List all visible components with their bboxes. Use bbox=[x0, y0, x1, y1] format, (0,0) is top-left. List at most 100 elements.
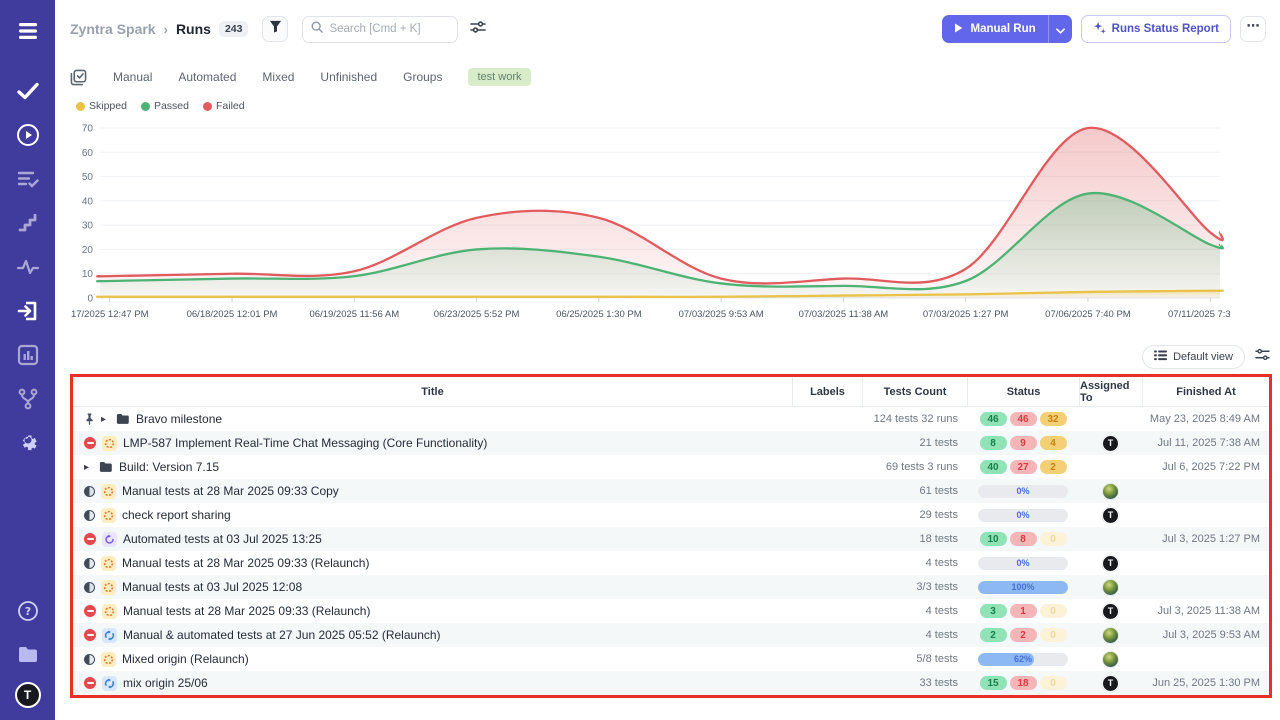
labels-cell bbox=[792, 503, 862, 527]
tab-mixed[interactable]: Mixed bbox=[262, 70, 294, 84]
sidebar-item-milestones[interactable] bbox=[11, 206, 45, 240]
assignee-avatar[interactable]: T bbox=[1102, 435, 1119, 452]
legend-item-skipped[interactable]: Skipped bbox=[76, 100, 127, 112]
tests-count-cell: 4 tests bbox=[862, 623, 967, 647]
sidebar-item-analytics[interactable] bbox=[11, 338, 45, 372]
manual-run-dropdown-button[interactable] bbox=[1048, 15, 1072, 43]
table-row[interactable]: check report sharing29 tests0%T bbox=[73, 503, 1269, 527]
table-row[interactable]: Manual & automated tests at 27 Jun 2025 … bbox=[73, 623, 1269, 647]
assignee-avatar[interactable]: T bbox=[1102, 555, 1119, 572]
more-actions-button[interactable]: ⋯ bbox=[1240, 16, 1266, 42]
tab-unfinished[interactable]: Unfinished bbox=[320, 70, 377, 84]
passed-count-badge: 3 bbox=[980, 604, 1007, 618]
manual-run-button[interactable]: Manual Run bbox=[942, 15, 1047, 43]
funnel-icon bbox=[269, 20, 282, 38]
finished-at-cell bbox=[1142, 575, 1269, 599]
sidebar-avatar[interactable]: T bbox=[15, 682, 41, 708]
tab-automated[interactable]: Automated bbox=[178, 70, 236, 84]
labels-cell bbox=[792, 431, 862, 455]
mixed-run-icon bbox=[102, 628, 117, 643]
sidebar-item-test-plans[interactable] bbox=[11, 162, 45, 196]
search-input[interactable] bbox=[329, 23, 439, 35]
legend-item-passed[interactable]: Passed bbox=[141, 100, 189, 112]
runs-status-report-button[interactable]: Runs Status Report bbox=[1081, 15, 1231, 43]
assigned-cell: T bbox=[1079, 551, 1142, 575]
sidebar-item-test-cases[interactable] bbox=[11, 74, 45, 108]
failed-count-badge: 27 bbox=[1010, 460, 1037, 474]
stopped-status-icon bbox=[84, 605, 96, 617]
active-filter-tag[interactable]: test work bbox=[468, 68, 530, 86]
table-row[interactable]: Automated tests at 03 Jul 2025 13:2518 t… bbox=[73, 527, 1269, 551]
x-axis-tick-label: 07/03/2025 11:38 AM bbox=[799, 309, 889, 320]
sidebar-item-projects[interactable] bbox=[11, 638, 45, 672]
table-row[interactable]: ▸Bravo milestone124 tests 32 runs464632M… bbox=[73, 407, 1269, 431]
column-header-status[interactable]: Status bbox=[967, 377, 1079, 406]
progress-bar: 62% bbox=[978, 653, 1068, 666]
finished-at-cell bbox=[1142, 503, 1269, 527]
progress-label: 0% bbox=[978, 485, 1068, 498]
assigned-cell bbox=[1079, 455, 1142, 479]
filter-button[interactable] bbox=[262, 16, 288, 42]
run-title: LMP-587 Implement Real-Time Chat Messagi… bbox=[123, 436, 487, 450]
failed-count-badge: 2 bbox=[1010, 628, 1037, 642]
table-row[interactable]: Manual tests at 03 Jul 2025 12:083/3 tes… bbox=[73, 575, 1269, 599]
breadcrumb-project[interactable]: Zyntra Spark bbox=[70, 21, 156, 37]
table-row[interactable]: mix origin 25/0633 tests15180TJun 25, 20… bbox=[73, 671, 1269, 695]
status-cell: 40272 bbox=[967, 455, 1079, 479]
assignee-avatar[interactable] bbox=[1102, 627, 1119, 644]
assignee-avatar[interactable]: T bbox=[1102, 603, 1119, 620]
table-row[interactable]: Mixed origin (Relaunch)5/8 tests62% bbox=[73, 647, 1269, 671]
in-progress-status-icon bbox=[84, 582, 95, 593]
column-settings-icon[interactable] bbox=[1255, 348, 1270, 366]
table-row[interactable]: Manual tests at 28 Mar 2025 09:33 (Relau… bbox=[73, 551, 1269, 575]
x-axis-tick-label: 07/03/2025 9:53 AM bbox=[679, 309, 764, 320]
finished-at-cell: Jul 6, 2025 7:22 PM bbox=[1142, 455, 1269, 479]
x-axis-tick-label: 07/11/2025 7:38 AM bbox=[1168, 309, 1230, 320]
column-header-finished-at[interactable]: Finished At bbox=[1142, 377, 1269, 406]
table-row[interactable]: Manual tests at 28 Mar 2025 09:33 (Relau… bbox=[73, 599, 1269, 623]
title-cell: check report sharing bbox=[73, 503, 792, 527]
column-header-tests-count[interactable]: Tests Count bbox=[862, 377, 967, 406]
legend-dot-icon bbox=[141, 102, 150, 111]
assignee-avatar[interactable] bbox=[1102, 483, 1119, 500]
sidebar-item-menu[interactable] bbox=[11, 14, 45, 48]
table-row[interactable]: Manual tests at 28 Mar 2025 09:33 Copy61… bbox=[73, 479, 1269, 503]
labels-cell bbox=[792, 623, 862, 647]
table-row[interactable]: ▸Build: Version 7.1569 tests 3 runs40272… bbox=[73, 455, 1269, 479]
sidebar-item-defects[interactable] bbox=[11, 250, 45, 284]
column-header-title[interactable]: Title bbox=[73, 377, 792, 406]
sidebar: ? T bbox=[0, 0, 55, 720]
sidebar-item-settings[interactable] bbox=[11, 426, 45, 460]
select-runs-icon[interactable] bbox=[70, 69, 87, 86]
column-header-assigned-to[interactable]: Assigned To bbox=[1079, 377, 1142, 406]
assigned-cell: T bbox=[1079, 431, 1142, 455]
assignee-avatar[interactable] bbox=[1102, 579, 1119, 596]
tab-groups[interactable]: Groups bbox=[403, 70, 442, 84]
title-cell: Manual & automated tests at 27 Jun 2025 … bbox=[73, 623, 792, 647]
assignee-avatar[interactable] bbox=[1102, 651, 1119, 668]
display-settings-icon[interactable] bbox=[470, 20, 486, 39]
tests-count-cell: 21 tests bbox=[862, 431, 967, 455]
legend-item-failed[interactable]: Failed bbox=[203, 100, 245, 112]
sidebar-item-imports[interactable] bbox=[11, 294, 45, 328]
table-row[interactable]: LMP-587 Implement Real-Time Chat Messagi… bbox=[73, 431, 1269, 455]
assignee-avatar[interactable]: T bbox=[1102, 507, 1119, 524]
chevron-right-icon[interactable]: ▸ bbox=[101, 414, 110, 425]
tab-manual[interactable]: Manual bbox=[113, 70, 152, 84]
search-box[interactable] bbox=[302, 16, 458, 43]
progress-label: 62% bbox=[978, 653, 1068, 666]
passed-count-badge: 8 bbox=[980, 436, 1007, 450]
title-cell: LMP-587 Implement Real-Time Chat Messagi… bbox=[73, 431, 792, 455]
sidebar-item-versions[interactable] bbox=[11, 382, 45, 416]
assignee-avatar[interactable]: T bbox=[1102, 675, 1119, 692]
chart-container: 01020304050607017/2025 12:47 PM06/18/202… bbox=[55, 116, 1280, 341]
assigned-cell bbox=[1079, 527, 1142, 551]
chevron-right-icon[interactable]: ▸ bbox=[84, 462, 93, 473]
sidebar-item-help[interactable]: ? bbox=[11, 594, 45, 628]
column-header-labels[interactable]: Labels bbox=[792, 377, 862, 406]
sidebar-item-runs[interactable] bbox=[11, 118, 45, 152]
default-view-button[interactable]: Default view bbox=[1142, 345, 1245, 369]
finished-at-cell: Jul 11, 2025 7:38 AM bbox=[1142, 431, 1269, 455]
stopped-status-icon bbox=[84, 677, 96, 689]
gear-icon bbox=[17, 432, 39, 454]
